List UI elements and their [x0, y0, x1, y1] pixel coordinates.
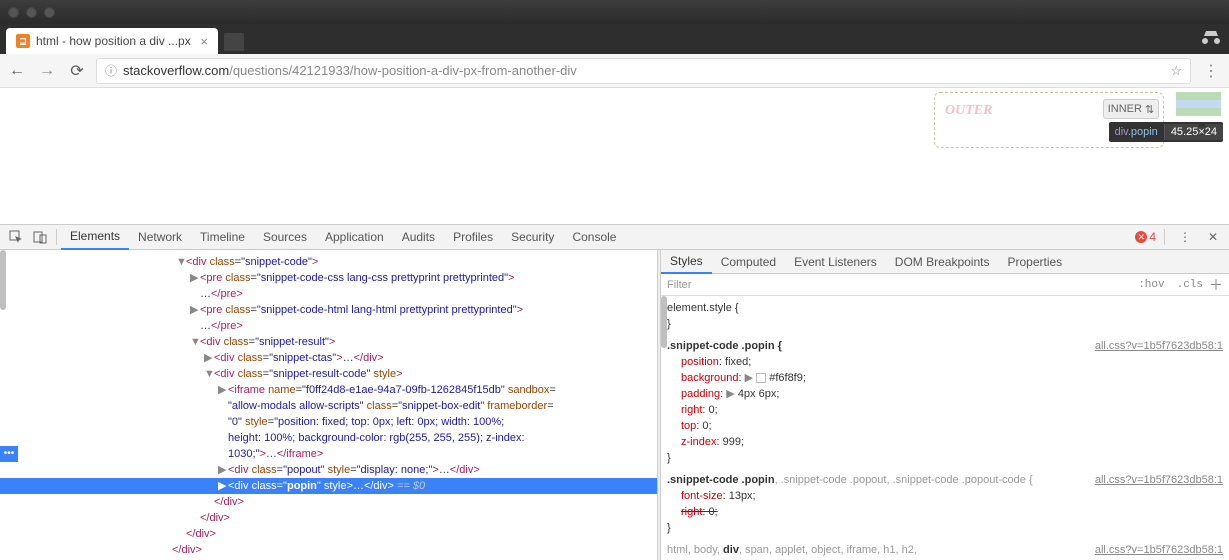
rule-reset: all.css?v=1b5f7623db58:1 html, body, div… [667, 542, 1223, 560]
source-link[interactable]: all.css?v=1b5f7623db58:1 [1095, 472, 1223, 488]
element-highlight [1176, 92, 1221, 116]
inspect-element-icon[interactable] [4, 225, 28, 249]
selected-dom-node: ▶<div class="popin" style>…</div> == $0 [0, 478, 657, 494]
tab-computed[interactable]: Computed [712, 250, 785, 274]
tab-network[interactable]: Network [129, 224, 191, 250]
tab-timeline[interactable]: Timeline [191, 224, 254, 250]
maximize-window-icon[interactable] [44, 7, 55, 18]
source-link[interactable]: all.css?v=1b5f7623db58:1 [1095, 542, 1223, 558]
url-host: stackoverflow.com [123, 63, 229, 78]
styles-panel: Styles Computed Event Listeners DOM Brea… [661, 250, 1229, 560]
tab-profiles[interactable]: Profiles [444, 224, 502, 250]
tab-event-listeners[interactable]: Event Listeners [785, 250, 886, 274]
tab-elements[interactable]: Elements [61, 224, 129, 250]
rule-popin-popout: all.css?v=1b5f7623db58:1 .snippet-code .… [667, 472, 1223, 536]
incognito-icon [1201, 30, 1221, 49]
outer-label: OUTER [945, 103, 992, 118]
tab-sources[interactable]: Sources [254, 224, 316, 250]
browser-tab[interactable]: ⊒ html - how position a div ...px × [6, 28, 218, 54]
tab-security[interactable]: Security [502, 224, 563, 250]
error-icon[interactable]: ✕4 [1135, 230, 1156, 244]
minimize-window-icon[interactable] [26, 7, 37, 18]
tab-properties[interactable]: Properties [998, 250, 1071, 274]
close-tab-icon[interactable]: × [200, 34, 208, 49]
browser-tabbar: ⊒ html - how position a div ...px × [0, 24, 1229, 54]
styles-rules[interactable]: element.style { } all.css?v=1b5f7623db58… [661, 296, 1229, 560]
stackoverflow-favicon-icon: ⊒ [16, 34, 30, 48]
browser-menu-icon[interactable]: ⋮ [1199, 61, 1223, 81]
devtools-menu-icon[interactable]: ⋮ [1173, 225, 1197, 249]
dropdown-icon: ⇅ [1145, 103, 1154, 116]
device-toolbar-icon[interactable] [28, 225, 52, 249]
styles-filter-bar: Filter :hov .cls ＋ [661, 274, 1229, 296]
page-viewport: OUTER INNER ⇅ div.popin 45.25×24 [0, 88, 1229, 224]
rule-element-style: element.style { } [667, 300, 1223, 332]
tab-dom-breakpoints[interactable]: DOM Breakpoints [886, 250, 999, 274]
dom-tree[interactable]: ••• ▼<div class="snippet-code"> ▶<pre cl… [0, 250, 657, 560]
add-rule-icon[interactable]: ＋ [1209, 275, 1223, 295]
devtools-body: ••• ▼<div class="snippet-code"> ▶<pre cl… [0, 250, 1229, 560]
cls-toggle[interactable]: .cls [1177, 279, 1203, 291]
tab-audits[interactable]: Audits [393, 224, 444, 250]
new-tab-button[interactable] [224, 33, 244, 51]
tab-styles[interactable]: Styles [661, 250, 712, 274]
url-path: /questions/42121933/how-position-a-div-p… [229, 63, 577, 78]
devtools-tabbar: Elements Network Timeline Sources Applic… [0, 224, 1229, 250]
filter-input[interactable]: Filter [667, 279, 1132, 291]
traffic-lights [8, 7, 55, 18]
devtools-close-icon[interactable]: ✕ [1201, 225, 1225, 249]
rule-popin: all.css?v=1b5f7623db58:1 .snippet-code .… [667, 338, 1223, 466]
source-link[interactable]: all.css?v=1b5f7623db58:1 [1095, 338, 1223, 354]
dom-scrollbar[interactable] [0, 250, 6, 310]
info-icon[interactable]: ⓘ [105, 62, 117, 79]
reload-button[interactable]: ⟳ [66, 60, 88, 82]
window-titlebar [0, 0, 1229, 24]
tab-title: html - how position a div ...px [36, 34, 191, 48]
forward-button[interactable]: → [36, 60, 58, 82]
selected-line-gutter: ••• [0, 446, 18, 462]
address-bar: ← → ⟳ ⓘ stackoverflow.com/questions/4212… [0, 54, 1229, 88]
tab-application[interactable]: Application [316, 224, 393, 250]
styles-tabbar: Styles Computed Event Listeners DOM Brea… [661, 250, 1229, 274]
tab-console[interactable]: Console [563, 224, 625, 250]
inner-select[interactable]: INNER ⇅ [1103, 99, 1159, 119]
close-window-icon[interactable] [8, 7, 19, 18]
hov-toggle[interactable]: :hov [1138, 279, 1164, 291]
url-bar[interactable]: ⓘ stackoverflow.com/questions/42121933/h… [96, 58, 1191, 84]
bookmark-star-icon[interactable]: ☆ [1170, 63, 1182, 79]
back-button[interactable]: ← [6, 60, 28, 82]
element-tooltip: div.popin 45.25×24 [1109, 122, 1223, 142]
